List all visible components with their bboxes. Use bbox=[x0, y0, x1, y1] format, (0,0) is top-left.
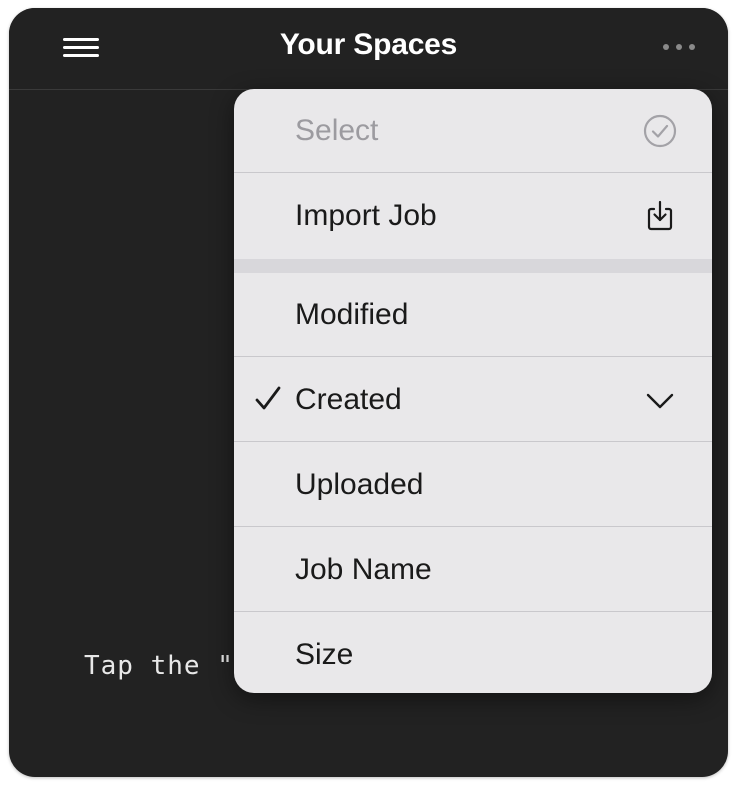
selected-checkmark-icon bbox=[255, 386, 281, 410]
import-icon bbox=[647, 200, 673, 231]
sort-option-job-name[interactable]: Job Name bbox=[234, 528, 712, 612]
sort-option-uploaded[interactable]: Uploaded bbox=[234, 443, 712, 527]
menu-item-label: Created bbox=[295, 383, 402, 416]
menu-item-label: Import Job bbox=[295, 199, 437, 232]
menu-item-label: Modified bbox=[295, 298, 409, 331]
menu-item-label: Uploaded bbox=[295, 468, 424, 501]
app-frame: Your Spaces Tap the "- Select Import Job… bbox=[9, 8, 728, 777]
menu-item-import-job[interactable]: Import Job bbox=[234, 174, 712, 258]
menu-section-separator bbox=[234, 259, 712, 273]
menu-item-label: Job Name bbox=[295, 553, 432, 586]
menu-item-label: Size bbox=[295, 638, 354, 671]
sort-option-size[interactable]: Size bbox=[234, 613, 712, 693]
navigation-bar: Your Spaces bbox=[9, 8, 728, 90]
chevron-down-icon bbox=[646, 393, 674, 409]
sort-option-modified[interactable]: Modified bbox=[234, 273, 712, 357]
sort-option-created[interactable]: Created bbox=[234, 358, 712, 442]
checkmark-circle-icon bbox=[643, 114, 677, 148]
menu-item-label: Select bbox=[295, 114, 379, 147]
empty-state-hint: Tap the "- bbox=[84, 651, 251, 681]
menu-item-select: Select bbox=[234, 89, 712, 173]
sort-context-menu: Select Import Job Modified Created Uploa… bbox=[234, 89, 712, 693]
page-title: Your Spaces bbox=[279, 28, 458, 61]
more-options-icon[interactable] bbox=[659, 42, 699, 52]
